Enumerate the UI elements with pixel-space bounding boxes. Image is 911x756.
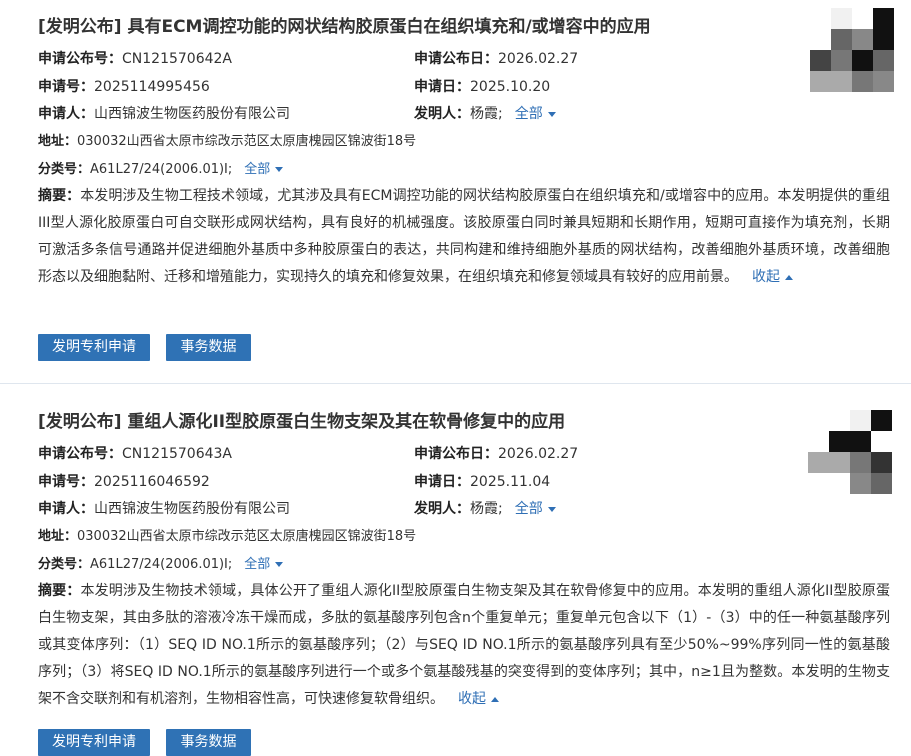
address-value: 030032山西省太原市综改示范区太原唐槐园区锦波街18号 xyxy=(77,134,417,149)
application-number: 申请号：2025116046592 xyxy=(38,472,210,492)
applicant-label: 申请人： xyxy=(38,501,94,517)
affairs-data-button[interactable]: 事务数据 xyxy=(166,334,251,361)
publication-date-value: 2026.02.27 xyxy=(498,446,579,462)
applicant-label: 申请人： xyxy=(38,106,94,122)
abstract: 摘要：本发明涉及生物技术领域，具体公开了重组人源化II型胶原蛋白生物支架及其在软… xyxy=(38,578,890,713)
record-divider xyxy=(0,383,911,384)
inventor-label: 发明人： xyxy=(414,501,470,517)
patent-title[interactable]: [发明公布] 具有ECM调控功能的网状结构胶原蛋白在组织填充和/或增容中的应用 xyxy=(38,12,651,37)
application-date-value: 2025.10.20 xyxy=(470,79,551,95)
patent-record: [发明公布] 重组人源化II型胶原蛋白生物支架及其在软骨修复中的应用 申请公布号… xyxy=(0,395,911,756)
inventor-value: 杨霞; xyxy=(470,501,503,517)
collapse-label[interactable]: 收起 xyxy=(458,691,486,707)
applicant-value: 山西锦波生物医药股份有限公司 xyxy=(94,501,290,517)
publication-number-label: 申请公布号： xyxy=(38,446,122,462)
inventor: 发明人：杨霞; 全部 xyxy=(414,499,556,519)
application-date: 申请日：2025.10.20 xyxy=(414,77,550,97)
address-label: 地址： xyxy=(38,529,78,544)
qr-code-image xyxy=(810,8,894,92)
abstract-text: 本发明涉及生物技术领域，具体公开了重组人源化II型胶原蛋白生物支架及其在软骨修复… xyxy=(38,583,891,707)
application-number-label: 申请号： xyxy=(38,474,94,490)
chevron-up-icon[interactable] xyxy=(785,274,793,280)
applicant: 申请人：山西锦波生物医药股份有限公司 xyxy=(38,499,290,519)
inventor-all-label[interactable]: 全部 xyxy=(515,501,543,517)
chevron-down-icon[interactable] xyxy=(547,506,556,512)
abstract: 摘要：本发明涉及生物工程技术领域，尤其涉及具有ECM调控功能的网状结构胶原蛋白在… xyxy=(38,183,890,291)
patent-record: [发明公布] 具有ECM调控功能的网状结构胶原蛋白在组织填充和/或增容中的应用 … xyxy=(0,0,911,380)
application-date-value: 2025.11.04 xyxy=(470,474,551,490)
publication-number-label: 申请公布号： xyxy=(38,51,122,67)
application-number-label: 申请号： xyxy=(38,79,94,95)
collapse-toggle[interactable]: 收起 xyxy=(458,691,499,707)
applicant: 申请人：山西锦波生物医药股份有限公司 xyxy=(38,104,290,124)
inventor-all-toggle[interactable]: 全部 xyxy=(515,501,556,517)
patent-application-button[interactable]: 发明专利申请 xyxy=(38,334,150,361)
collapse-toggle[interactable]: 收起 xyxy=(752,269,793,285)
application-number-value: 2025116046592 xyxy=(94,474,210,490)
classification-all-toggle[interactable]: 全部 xyxy=(244,162,284,177)
publication-number: 申请公布号：CN121570643A xyxy=(38,444,232,464)
application-number: 申请号：2025114995456 xyxy=(38,77,210,97)
classification-label: 分类号： xyxy=(38,162,91,177)
classification-value: A61L27/24(2006.01)I; xyxy=(90,162,233,177)
classification-value: A61L27/24(2006.01)I; xyxy=(90,557,233,572)
classification: 分类号：A61L27/24(2006.01)I; 全部 xyxy=(38,160,284,180)
application-date: 申请日：2025.11.04 xyxy=(414,472,550,492)
address-label: 地址： xyxy=(38,134,78,149)
qr-code-image xyxy=(808,410,892,494)
applicant-value: 山西锦波生物医药股份有限公司 xyxy=(94,106,290,122)
abstract-label: 摘要： xyxy=(38,583,81,599)
chevron-up-icon[interactable] xyxy=(491,696,499,702)
chevron-down-icon[interactable] xyxy=(547,111,556,117)
application-date-label: 申请日： xyxy=(414,79,470,95)
publication-number-value: CN121570642A xyxy=(122,51,232,67)
address: 地址：030032山西省太原市综改示范区太原唐槐园区锦波街18号 xyxy=(38,132,416,152)
classification-label: 分类号： xyxy=(38,557,91,572)
classification-all-label[interactable]: 全部 xyxy=(244,557,270,572)
classification-all-label[interactable]: 全部 xyxy=(244,162,270,177)
inventor-label: 发明人： xyxy=(414,106,470,122)
collapse-label[interactable]: 收起 xyxy=(752,269,780,285)
address: 地址：030032山西省太原市综改示范区太原唐槐园区锦波街18号 xyxy=(38,527,416,547)
publication-date-value: 2026.02.27 xyxy=(498,51,579,67)
publication-number: 申请公布号：CN121570642A xyxy=(38,49,232,69)
application-number-value: 2025114995456 xyxy=(94,79,210,95)
publication-date: 申请公布日：2026.02.27 xyxy=(414,49,578,69)
patent-title[interactable]: [发明公布] 重组人源化II型胶原蛋白生物支架及其在软骨修复中的应用 xyxy=(38,407,565,432)
publication-date-label: 申请公布日： xyxy=(414,446,498,462)
publication-date: 申请公布日：2026.02.27 xyxy=(414,444,578,464)
application-date-label: 申请日： xyxy=(414,474,470,490)
inventor-all-toggle[interactable]: 全部 xyxy=(515,106,556,122)
inventor-value: 杨霞; xyxy=(470,106,503,122)
classification-all-toggle[interactable]: 全部 xyxy=(244,557,284,572)
publication-date-label: 申请公布日： xyxy=(414,51,498,67)
address-value: 030032山西省太原市综改示范区太原唐槐园区锦波街18号 xyxy=(77,529,417,544)
abstract-label: 摘要： xyxy=(38,188,81,204)
chevron-down-icon[interactable] xyxy=(275,562,284,567)
inventor: 发明人：杨霞; 全部 xyxy=(414,104,556,124)
inventor-all-label[interactable]: 全部 xyxy=(515,106,543,122)
chevron-down-icon[interactable] xyxy=(275,167,284,172)
publication-number-value: CN121570643A xyxy=(122,446,232,462)
classification: 分类号：A61L27/24(2006.01)I; 全部 xyxy=(38,555,284,575)
